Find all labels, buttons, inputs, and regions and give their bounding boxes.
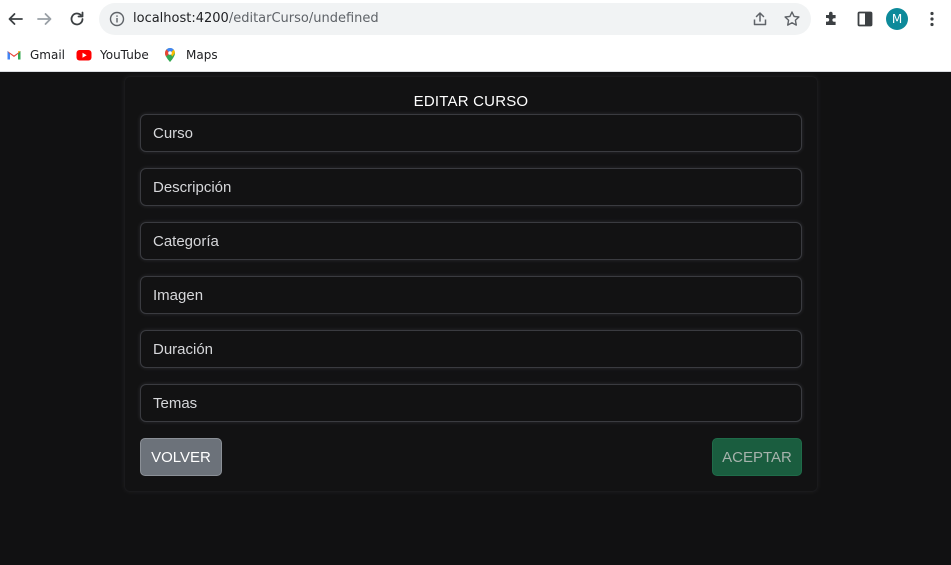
youtube-icon	[76, 47, 92, 63]
bookmark-label: YouTube	[100, 48, 149, 62]
address-bar[interactable]: localhost:4200/editarCurso/undefined	[99, 3, 811, 35]
course-input[interactable]	[140, 114, 802, 152]
url-text: localhost:4200/editarCurso/undefined	[133, 11, 379, 26]
bookmarks-bar: Gmail YouTube Maps	[0, 38, 951, 72]
extensions-puzzle-icon[interactable]	[822, 9, 842, 29]
topics-input[interactable]	[140, 384, 802, 422]
site-info-icon[interactable]	[109, 11, 125, 27]
bookmark-youtube[interactable]: YouTube	[76, 46, 149, 64]
bookmark-label: Gmail	[30, 48, 66, 62]
page-title: EDITAR CURSO	[413, 93, 529, 110]
share-icon[interactable]	[751, 10, 769, 28]
back-arrow-icon[interactable]	[2, 6, 28, 32]
url-host: localhost:4200	[133, 11, 229, 26]
side-panel-icon[interactable]	[855, 9, 875, 29]
reload-icon[interactable]	[64, 6, 90, 32]
description-input[interactable]	[140, 168, 802, 206]
forward-arrow-icon[interactable]	[32, 6, 58, 32]
bookmark-maps[interactable]: Maps	[162, 46, 218, 64]
accept-button[interactable]: ACEPTAR	[712, 438, 802, 476]
image-input[interactable]	[140, 276, 802, 314]
duration-input[interactable]	[140, 330, 802, 368]
more-menu-icon[interactable]	[922, 9, 942, 29]
bookmark-star-icon[interactable]	[783, 10, 801, 28]
back-button[interactable]: VOLVER	[140, 438, 222, 476]
gmail-icon	[6, 47, 22, 63]
maps-icon	[162, 47, 178, 63]
edit-course-card: EDITAR CURSO VOLVER ACEPTAR	[124, 76, 818, 492]
browser-toolbar: localhost:4200/editarCurso/undefined M	[0, 0, 951, 38]
url-path: /editarCurso/undefined	[228, 11, 379, 26]
bookmark-label: Maps	[186, 48, 218, 62]
profile-avatar[interactable]: M	[886, 8, 908, 30]
bookmark-gmail[interactable]: Gmail	[6, 46, 65, 64]
category-input[interactable]	[140, 222, 802, 260]
